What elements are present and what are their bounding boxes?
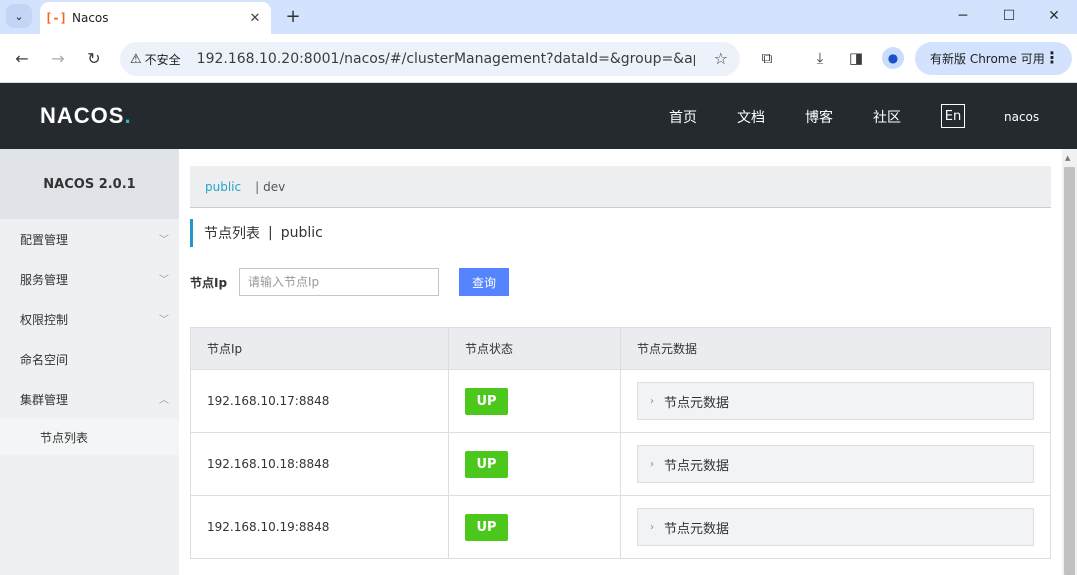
status-badge: UP [465, 450, 508, 478]
sidebar-subitem-node-list[interactable]: 节点列表 [0, 419, 179, 455]
metadata-label: 节点元数据 [664, 458, 730, 474]
sidebar-item-cluster[interactable]: 集群管理 ︿ [0, 379, 179, 419]
sidebar-item-label: 集群管理 [20, 392, 69, 407]
page-title: 节点列表 | public [190, 219, 323, 247]
nav-home[interactable]: 首页 [669, 107, 697, 127]
sidebar-item-config[interactable]: 配置管理 ﹀ [0, 219, 179, 259]
node-ip-cell: 192.168.10.17:8848 [191, 370, 449, 432]
sidebar: NACOS 2.0.1 配置管理 ﹀ 服务管理 ﹀ 权限控制 ﹀ 命名空间 集群… [0, 149, 179, 575]
namespace-dev[interactable]: dev [263, 180, 285, 194]
security-label: 不安全 [144, 52, 181, 67]
status-badge: UP [465, 513, 508, 541]
node-ip-cell: 192.168.10.18:8848 [191, 433, 449, 495]
sidebar-item-permission[interactable]: 权限控制 ﹀ [0, 299, 179, 339]
language-switch-button[interactable]: En [941, 104, 965, 128]
table-header: 节点Ip 节点状态 节点元数据 [191, 328, 1050, 370]
sidebar-item-label: 命名空间 [20, 352, 69, 367]
chevron-right-icon: › [650, 521, 654, 533]
search-label: 节点Ip [190, 275, 228, 290]
namespace-separator: | [255, 179, 260, 194]
node-status-cell: UP [449, 433, 621, 495]
nav-blog[interactable]: 博客 [805, 107, 833, 127]
sidebar-item-service[interactable]: 服务管理 ﹀ [0, 259, 179, 299]
chrome-update-label: 有新版 Chrome 可用 [930, 52, 1045, 66]
chevron-down-icon: ﹀ [159, 235, 169, 246]
chevron-right-icon: › [650, 458, 654, 470]
chevron-up-icon: ︿ [159, 395, 169, 406]
namespace-public[interactable]: public [205, 180, 241, 194]
sidebar-item-label: 权限控制 [20, 312, 69, 327]
node-status-cell: UP [449, 370, 621, 432]
metadata-label: 节点元数据 [664, 521, 730, 537]
metadata-expander[interactable]: › 节点元数据 [637, 445, 1034, 483]
chevron-down-icon: ﹀ [159, 275, 169, 286]
extensions-puzzle-icon[interactable]: ⧉ [756, 47, 778, 69]
more-vert-icon[interactable]: ⋮ [1044, 48, 1060, 67]
table-row: 192.168.10.18:8848 UP › 节点元数据 [191, 433, 1050, 496]
logo-dot: . [124, 103, 132, 128]
warning-triangle-icon: ⚠ [130, 51, 142, 67]
tab-search-chevron-icon[interactable]: ⌄ [6, 4, 32, 28]
column-header-status: 节点状态 [449, 328, 621, 369]
chrome-update-button[interactable]: 有新版 Chrome 可用 ⋮ [915, 42, 1072, 75]
side-panel-icon[interactable]: ◨ [845, 47, 867, 69]
sidebar-item-label: 配置管理 [20, 232, 69, 247]
address-bar[interactable]: ⚠ 不安全 192.168.10.20:8001/nacos/#/cluster… [120, 42, 740, 76]
download-icon[interactable]: ⤓ [809, 47, 831, 69]
page-title-separator: | [268, 225, 273, 241]
profile-avatar-icon[interactable]: ● [882, 47, 904, 69]
chevron-down-icon: ﹀ [159, 315, 169, 326]
reload-icon[interactable]: ↻ [82, 46, 106, 70]
status-badge: UP [465, 387, 508, 415]
app-header: NACOS. 首页 文档 博客 社区 En nacos [0, 83, 1077, 149]
window-close-icon[interactable]: ✕ [1031, 4, 1077, 28]
back-arrow-icon[interactable]: ← [10, 46, 34, 70]
current-user[interactable]: nacos [1004, 110, 1039, 124]
node-metadata-cell: › 节点元数据 [621, 433, 1050, 495]
logo-text: NACOS [40, 103, 125, 128]
scrollbar-thumb[interactable] [1064, 167, 1075, 575]
minimize-icon[interactable]: ─ [940, 4, 986, 28]
nacos-favicon-icon: [-] [45, 11, 67, 25]
maximize-icon[interactable]: ☐ [986, 4, 1032, 28]
nacos-logo[interactable]: NACOS. [40, 103, 132, 129]
sidebar-item-label: 服务管理 [20, 272, 69, 287]
metadata-label: 节点元数据 [664, 395, 730, 411]
browser-tab[interactable]: [-] Nacos ✕ [40, 2, 271, 34]
node-status-cell: UP [449, 496, 621, 558]
namespace-bar: public | dev [190, 166, 1051, 208]
node-metadata-cell: › 节点元数据 [621, 496, 1050, 558]
search-form: 节点Ip 查询 [190, 268, 509, 296]
column-header-ip: 节点Ip [191, 328, 449, 369]
table-row: 192.168.10.19:8848 UP › 节点元数据 [191, 496, 1050, 559]
metadata-expander[interactable]: › 节点元数据 [637, 382, 1034, 420]
nav-community[interactable]: 社区 [873, 107, 901, 127]
node-ip-input[interactable] [239, 268, 439, 296]
bookmark-star-icon[interactable]: ☆ [714, 49, 728, 68]
node-metadata-cell: › 节点元数据 [621, 370, 1050, 432]
search-button[interactable]: 查询 [459, 268, 509, 296]
page-title-text: 节点列表 [204, 226, 260, 242]
tab-title: Nacos [72, 11, 109, 25]
browser-toolbar: ← → ↻ ⚠ 不安全 192.168.10.20:8001/nacos/#/c… [0, 34, 1077, 83]
page-scrollbar[interactable]: ▲ [1062, 149, 1077, 575]
node-ip-cell: 192.168.10.19:8848 [191, 496, 449, 558]
sidebar-title: NACOS 2.0.1 [0, 149, 179, 219]
sidebar-item-namespace[interactable]: 命名空间 [0, 339, 179, 379]
forward-arrow-icon[interactable]: → [46, 46, 70, 70]
browser-tab-bar: ⌄ [-] Nacos ✕ + ─ ☐ ✕ [0, 0, 1077, 34]
security-indicator[interactable]: ⚠ 不安全 [130, 51, 189, 68]
column-header-metadata: 节点元数据 [637, 342, 698, 356]
node-table: 节点Ip 节点状态 节点元数据 192.168.10.17:8848 UP › 节… [190, 327, 1051, 559]
close-icon[interactable]: ✕ [247, 10, 263, 26]
chevron-right-icon: › [650, 395, 654, 407]
scroll-up-arrow-icon[interactable]: ▲ [1065, 154, 1070, 162]
table-row: 192.168.10.17:8848 UP › 节点元数据 [191, 370, 1050, 433]
new-tab-plus-icon[interactable]: + [282, 5, 304, 27]
page-title-namespace: public [280, 225, 323, 241]
nav-docs[interactable]: 文档 [737, 107, 765, 127]
url-text[interactable]: 192.168.10.20:8001/nacos/#/clusterManage… [197, 51, 695, 67]
metadata-expander[interactable]: › 节点元数据 [637, 508, 1034, 546]
